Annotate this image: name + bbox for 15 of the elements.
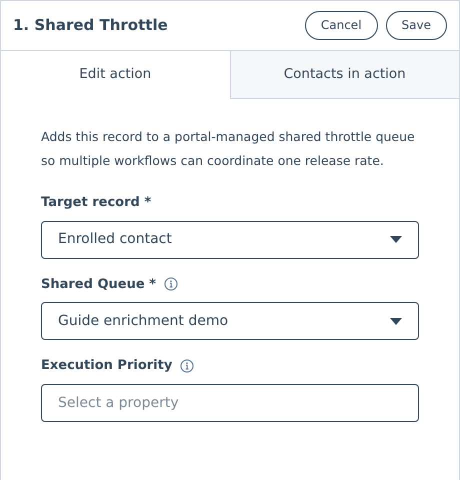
field-label: Shared Queue *: [41, 276, 156, 294]
info-icon[interactable]: [180, 358, 194, 373]
field-label: Target record *: [41, 194, 152, 212]
info-icon[interactable]: [164, 277, 178, 292]
dropdown-field[interactable]: Guide enrichment demo: [41, 302, 419, 340]
input-field[interactable]: Select a property: [41, 384, 419, 422]
panel-title: 1. Shared Throttle: [13, 15, 168, 36]
cancel-button[interactable]: Cancel: [304, 11, 378, 40]
field-label: Execution Priority: [41, 357, 172, 375]
dropdown-field[interactable]: Enrolled contact: [41, 220, 419, 258]
caret-icon: [390, 318, 402, 324]
description-text: Adds this record to a portal-managed shared throttle queue so multiple workflows can coordinate one release rate.: [41, 128, 416, 170]
save-button[interactable]: Save: [386, 11, 447, 40]
tab[interactable]: Contacts in action: [230, 51, 459, 99]
caret-icon: [390, 236, 402, 243]
